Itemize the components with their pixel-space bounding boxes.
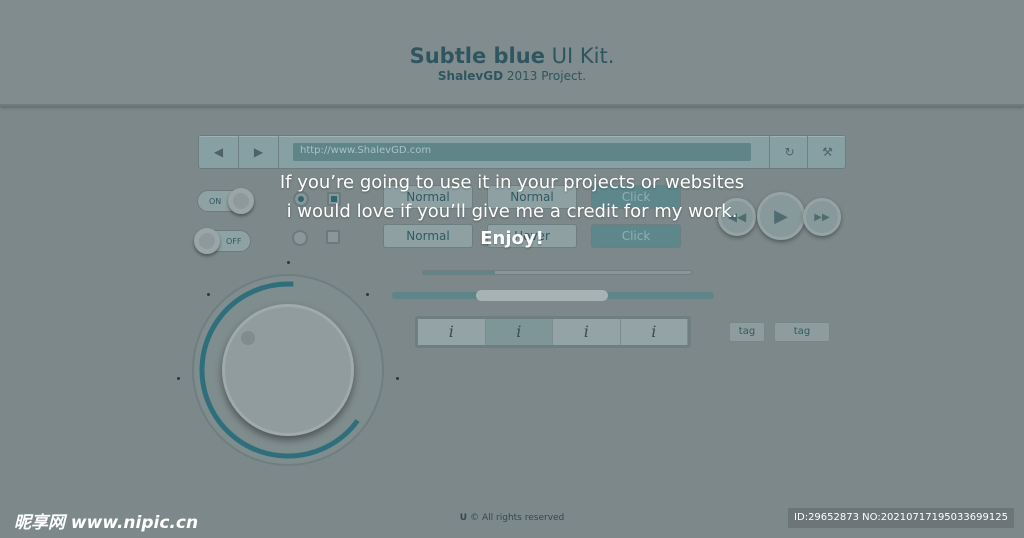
overlay-line-1: If you’re going to use it in your projec… (279, 172, 745, 193)
settings-button[interactable]: ⚒ (807, 136, 847, 168)
dial-knob[interactable] (222, 304, 354, 436)
page-title: Subtle blue UI Kit. (0, 44, 1024, 68)
dial-tick (366, 293, 369, 296)
dial-tick (287, 261, 290, 264)
slider-fill (423, 271, 496, 274)
forward-icon: ▶ (253, 145, 264, 159)
watermark-id: ID:29652873 NO:20210717195033699125 (788, 508, 1014, 528)
dial-indicator (241, 331, 255, 345)
dial-tick (396, 377, 399, 380)
watermark-site: 昵享网 www.nipic.cn (14, 513, 199, 533)
browser-bar: ◀ ▶ http://www.ShalevGD.com ↻ ⚒ (198, 135, 846, 169)
segment-info[interactable]: i (620, 319, 688, 345)
back-button[interactable]: ◀ (199, 136, 239, 168)
segmented-control: i i i i (415, 316, 691, 348)
segment-info[interactable]: i (553, 319, 621, 345)
range-slider[interactable] (392, 290, 714, 301)
title-rest: UI Kit. (544, 44, 615, 68)
progress-slider[interactable] (422, 270, 692, 275)
tag[interactable]: tag (729, 322, 765, 342)
refresh-button[interactable]: ↻ (769, 136, 809, 168)
subtitle-rest: 2013 Project. (503, 69, 587, 83)
segment-info-active[interactable]: i (485, 319, 553, 345)
overlay-line-3: Enjoy! (480, 228, 544, 249)
overlay-line-2: i would love if you’ll give me a credit … (286, 201, 738, 222)
logo-icon: U (459, 513, 471, 523)
copyright-text: © All rights reserved (470, 513, 565, 523)
volume-dial[interactable] (192, 274, 384, 466)
title-bold: Subtle blue (409, 44, 545, 68)
refresh-icon: ↻ (784, 145, 795, 159)
range-handle[interactable] (475, 290, 608, 301)
subtitle-bold: ShalevGD (437, 69, 504, 83)
dial-tick (207, 293, 210, 296)
forward-button[interactable]: ▶ (239, 136, 279, 168)
wrench-icon: ⚒ (822, 145, 833, 159)
tag[interactable]: tag (774, 322, 830, 342)
page-subtitle: ShalevGD 2013 Project. (0, 69, 1024, 83)
back-icon: ◀ (213, 145, 224, 159)
segment-info[interactable]: i (418, 319, 486, 345)
dial-tick (177, 377, 180, 380)
url-input[interactable]: http://www.ShalevGD.com (293, 143, 751, 161)
